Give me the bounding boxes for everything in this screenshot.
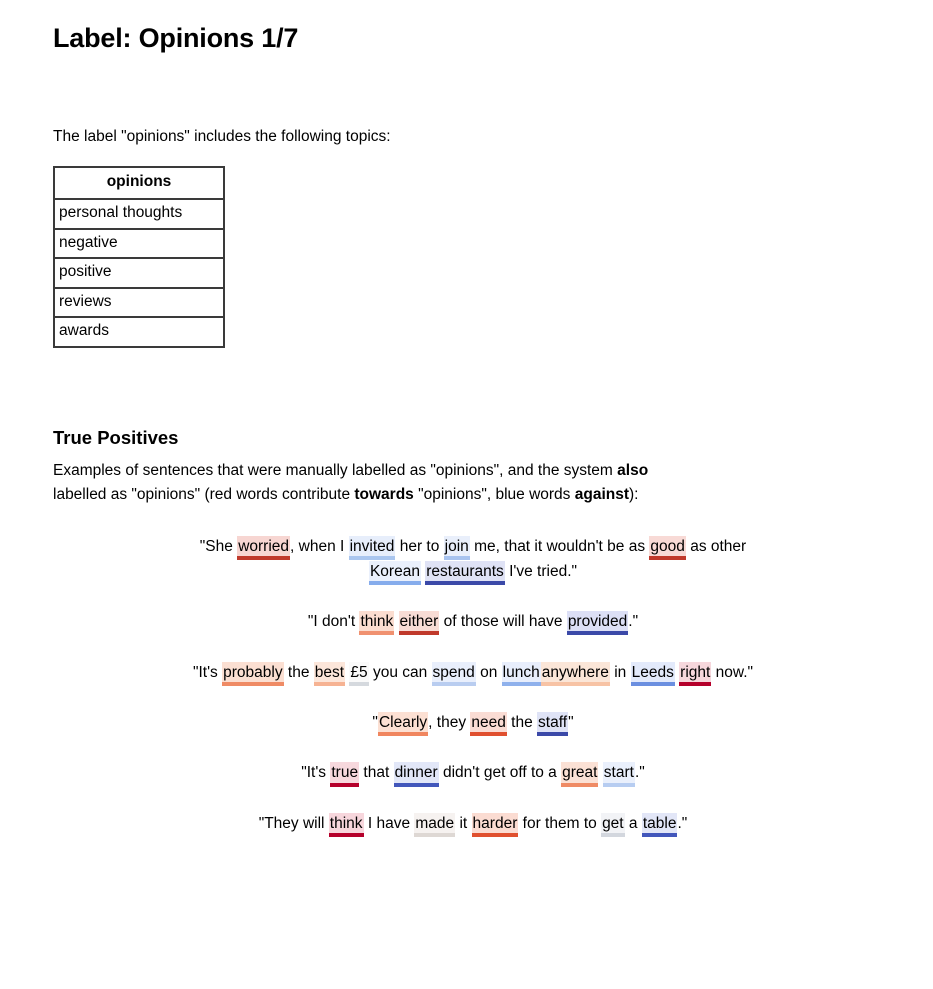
topics-table: opinions personal thoughts negative positi… bbox=[53, 166, 225, 348]
table-row: reviews bbox=[54, 287, 224, 318]
plain-text: I have bbox=[363, 814, 415, 832]
plain-text: as other bbox=[685, 538, 747, 556]
highlighted-token: great bbox=[561, 762, 599, 788]
plain-text: the bbox=[506, 713, 538, 731]
description-text: "opinions", blue words bbox=[413, 485, 575, 503]
highlighted-token: anywhere bbox=[540, 661, 611, 687]
plain-text: you can bbox=[368, 663, 432, 681]
highlighted-token: best bbox=[313, 661, 346, 687]
plain-text: in bbox=[609, 663, 631, 681]
highlighted-token: Clearly bbox=[377, 711, 429, 737]
highlighted-token: true bbox=[330, 762, 360, 788]
highlighted-token: staff bbox=[537, 711, 569, 737]
highlighted-token: restaurants bbox=[425, 560, 505, 586]
highlighted-token: dinner bbox=[393, 762, 439, 788]
page-title: Label: Opinions 1/7 bbox=[53, 23, 299, 53]
highlighted-token: good bbox=[649, 536, 687, 561]
highlighted-token: provided bbox=[566, 611, 629, 636]
true-positives-heading: True Positives bbox=[53, 426, 179, 448]
highlighted-token: probably bbox=[222, 661, 285, 687]
table-header-row: opinions bbox=[54, 167, 224, 199]
highlighted-token: Leeds bbox=[630, 661, 676, 687]
description-emphasis: also bbox=[617, 462, 649, 479]
intro-paragraph: The label "opinions" includes the follow… bbox=[53, 128, 391, 146]
plain-text: ." bbox=[677, 814, 688, 832]
table-row: positive bbox=[54, 258, 224, 288]
topics-table-container: opinions personal thoughts negative positi… bbox=[53, 148, 893, 348]
topic-cell: reviews bbox=[54, 287, 224, 318]
plain-text: of those will have bbox=[439, 613, 567, 631]
highlighted-token: Korean bbox=[368, 560, 421, 586]
table-row: awards bbox=[54, 317, 224, 347]
plain-text: "It's bbox=[192, 663, 223, 681]
topic-cell: personal thoughts bbox=[54, 198, 224, 229]
highlighted-token: think bbox=[359, 611, 395, 636]
topic-cell: awards bbox=[54, 317, 224, 347]
plain-text: "It's bbox=[301, 764, 331, 782]
topics-table-body: personal thoughts negative positive reviews… bbox=[54, 198, 224, 347]
highlighted-token: harder bbox=[471, 812, 519, 838]
highlighted-token: table bbox=[641, 812, 678, 838]
plain-text: " bbox=[568, 713, 574, 731]
plain-text: me, that it wouldn't be as bbox=[469, 538, 650, 556]
true-positives-description: Examples of sentences that were manually… bbox=[53, 449, 703, 506]
example-sentence: "It's true that dinner didn't get off to… bbox=[53, 762, 893, 788]
plain-text: on bbox=[475, 663, 502, 681]
highlighted-token: worried bbox=[237, 536, 291, 561]
plain-text: now." bbox=[711, 663, 754, 681]
plain-text: her to bbox=[395, 538, 444, 556]
example-sentence: "They will think I have made it harder f… bbox=[53, 812, 893, 838]
highlighted-token: right bbox=[679, 661, 712, 687]
description-text: labelled as "opinions" (red words contri… bbox=[53, 485, 355, 503]
example-sentence: Korean restaurants I've tried." bbox=[53, 560, 893, 586]
description-emphasis: against bbox=[574, 485, 630, 503]
table-row: personal thoughts bbox=[54, 198, 224, 229]
description-text: ): bbox=[629, 485, 639, 503]
plain-text: a bbox=[624, 814, 642, 832]
highlighted-token: made bbox=[414, 812, 456, 838]
plain-text: ." bbox=[628, 613, 639, 631]
topics-table-head: opinions bbox=[54, 167, 224, 199]
plain-text: , when I bbox=[290, 538, 349, 556]
example-sentence: "It's probably the best £5 you can spend… bbox=[53, 661, 893, 687]
highlighted-token: £5 bbox=[349, 661, 369, 687]
plain-text: ." bbox=[634, 764, 645, 782]
topic-cell: negative bbox=[54, 228, 224, 259]
highlighted-token: need bbox=[470, 711, 508, 737]
highlighted-token: think bbox=[328, 812, 364, 838]
plain-text: it bbox=[455, 814, 472, 832]
description-text: Examples of sentences that were manually… bbox=[53, 462, 618, 479]
plain-text: "I don't bbox=[307, 613, 360, 631]
plain-text: the bbox=[283, 663, 314, 681]
highlighted-token: invited bbox=[348, 536, 396, 561]
highlighted-token: spend bbox=[431, 661, 477, 687]
highlighted-token: either bbox=[398, 611, 440, 636]
plain-text: for them to bbox=[518, 814, 602, 832]
examples-list: "She worried, when I invited her to join… bbox=[53, 506, 893, 838]
highlighted-token: join bbox=[443, 536, 470, 561]
plain-text: didn't get off to a bbox=[438, 764, 562, 782]
topic-cell: positive bbox=[54, 258, 224, 288]
plain-text: that bbox=[359, 764, 394, 782]
page-root: Label: Opinions 1/7 The label "opinions"… bbox=[0, 0, 933, 989]
description-emphasis: towards bbox=[354, 485, 414, 503]
plain-text: I've tried." bbox=[504, 562, 578, 580]
highlighted-token: start bbox=[602, 762, 636, 788]
highlighted-token: get bbox=[601, 812, 625, 838]
plain-text: "She bbox=[199, 538, 238, 556]
plain-text: , they bbox=[428, 713, 471, 731]
example-sentence: "I don't think either of those will have… bbox=[53, 611, 893, 636]
topics-table-header-cell: opinions bbox=[54, 167, 224, 199]
highlighted-token: lunch bbox=[501, 661, 541, 687]
example-sentence: "She worried, when I invited her to join… bbox=[53, 536, 893, 561]
plain-text: "They will bbox=[258, 814, 329, 832]
example-sentence: "Clearly, they need the staff" bbox=[53, 711, 893, 737]
table-row: negative bbox=[54, 228, 224, 259]
